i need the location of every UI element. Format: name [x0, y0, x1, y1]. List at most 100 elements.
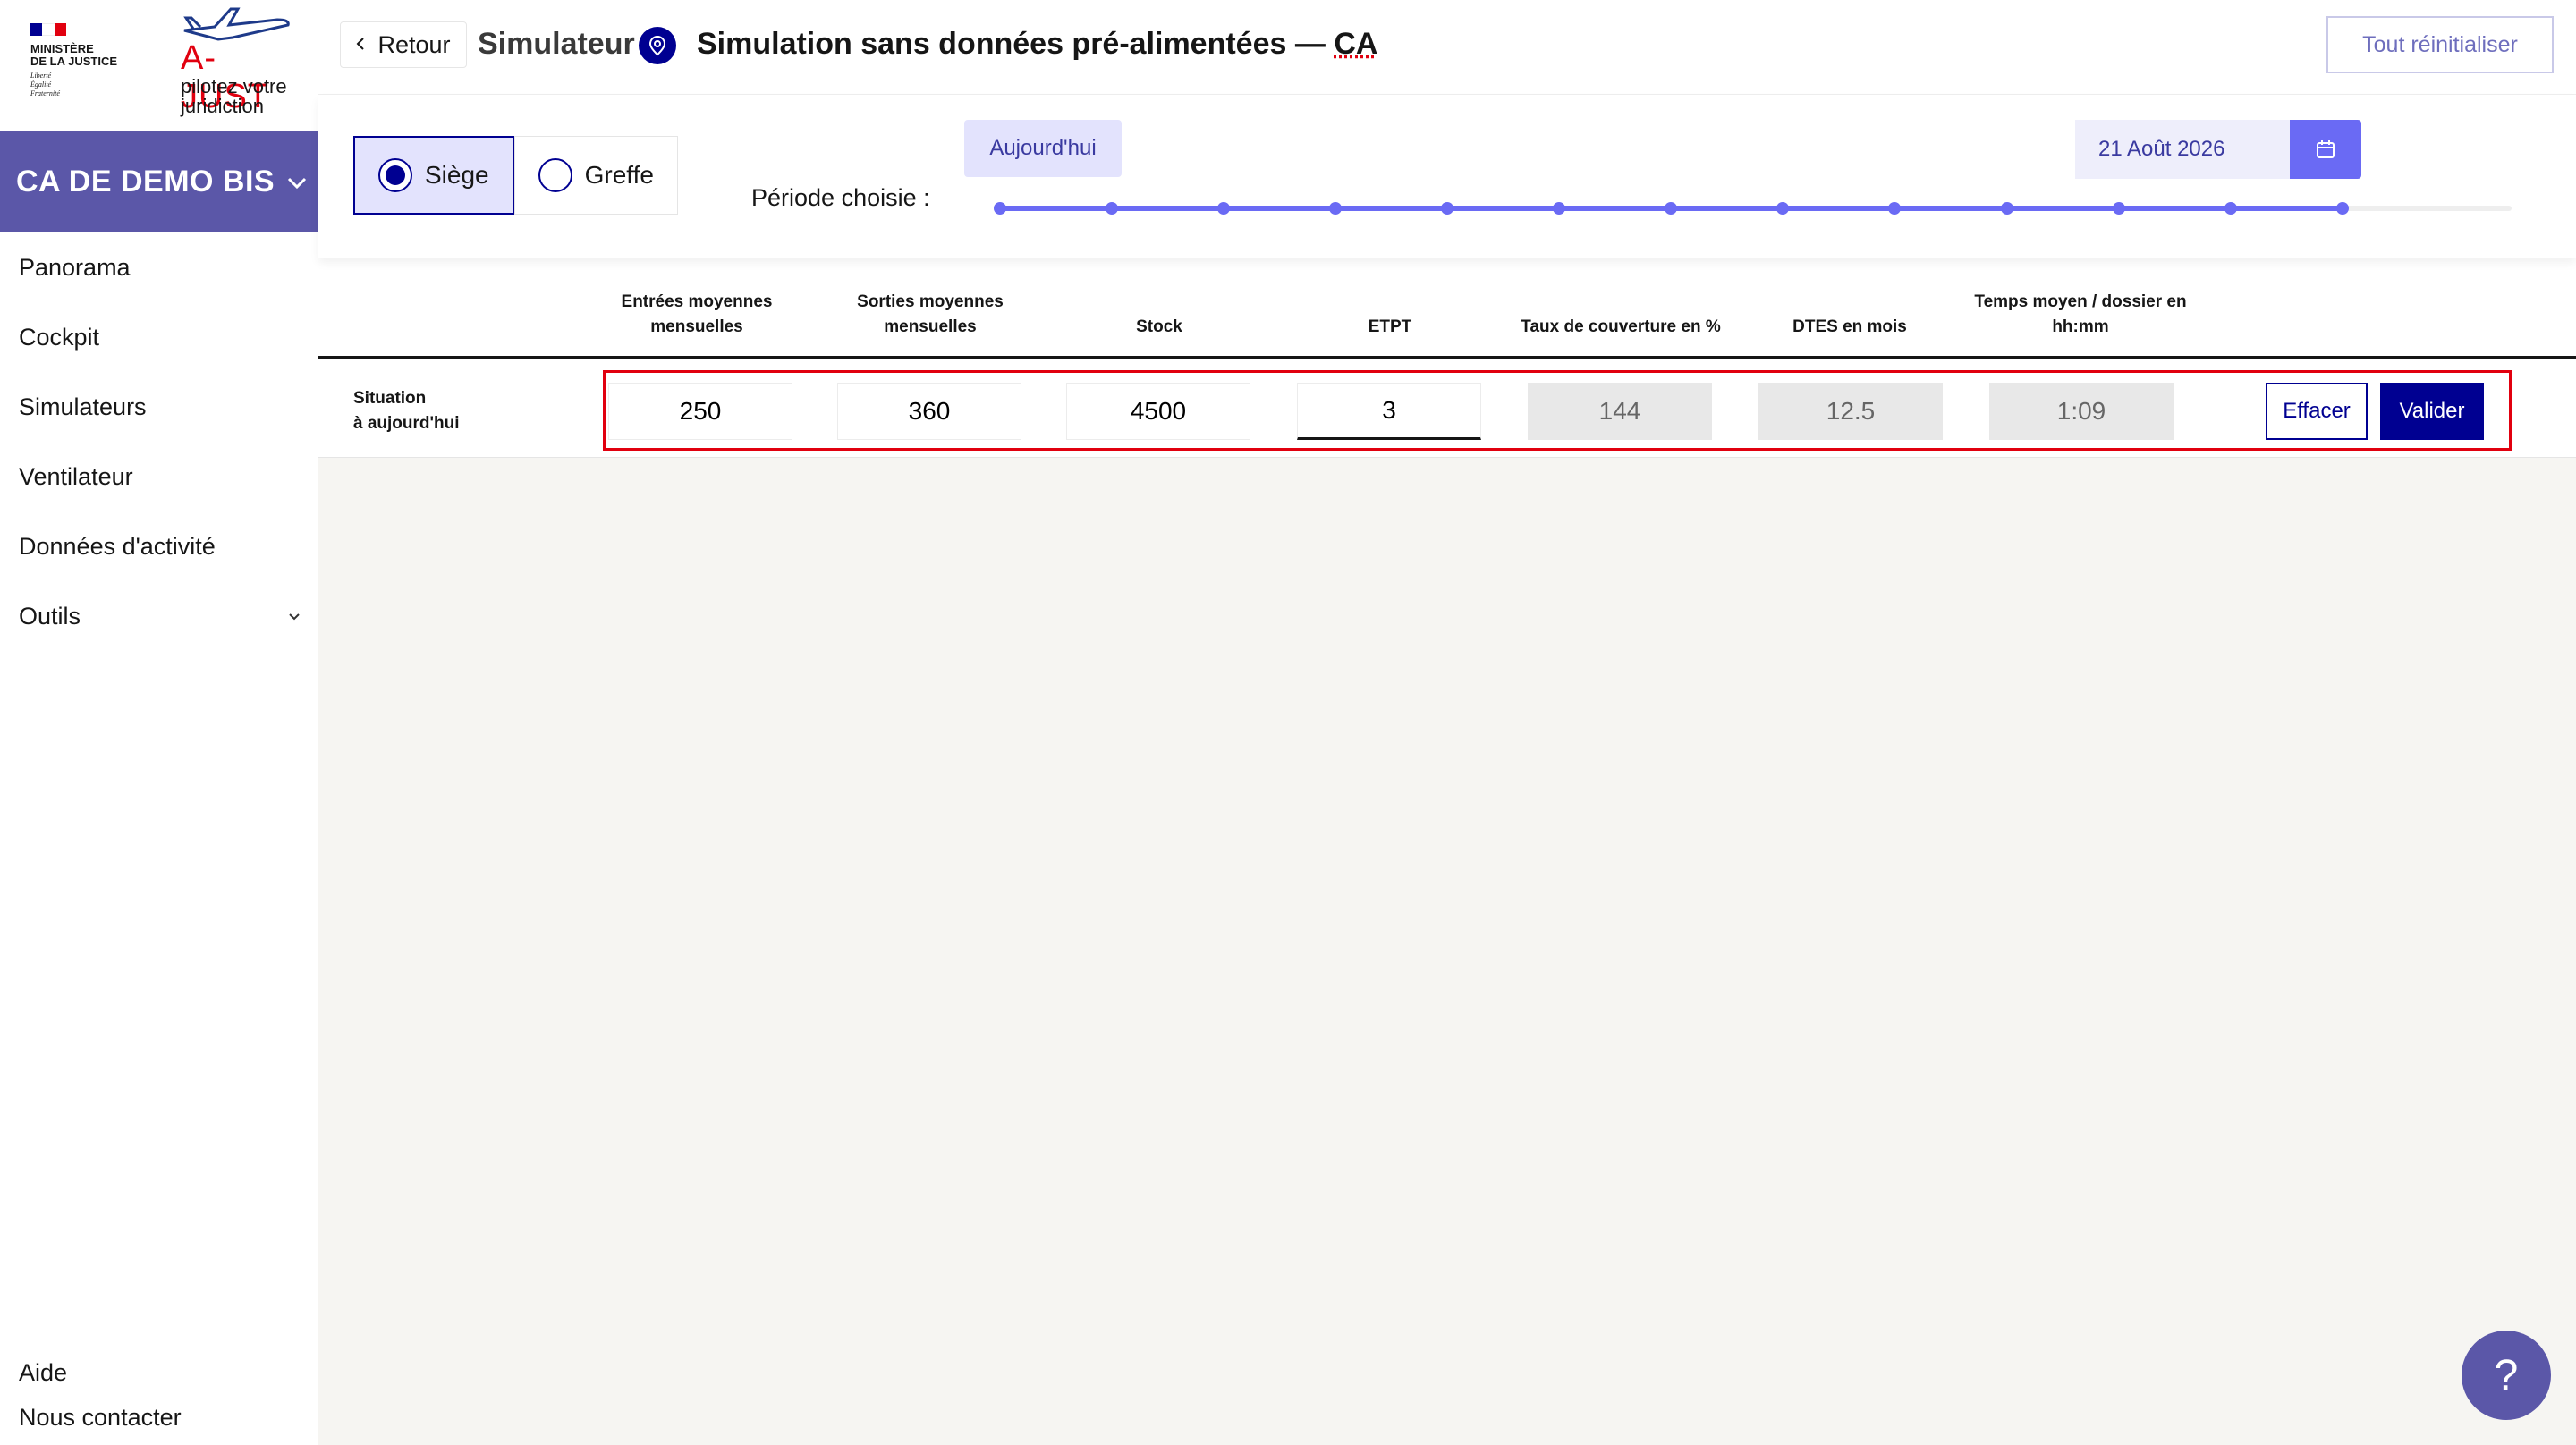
logo-area: MINISTÈRE DE LA JUSTICE Liberté Égalité … [0, 0, 318, 131]
column-header-line2: Stock [1136, 317, 1182, 336]
court-name: CA DE DEMO BIS [16, 164, 275, 199]
sidebar-item-simulateurs[interactable]: Simulateurs [0, 372, 318, 442]
slider-tick[interactable] [1888, 202, 1902, 215]
radio-checked-icon [378, 158, 412, 192]
column-header-entrees: Entrées moyennes mensuelles [612, 288, 782, 340]
period-panel: Siège Greffe Période choisie : Aujourd'h… [318, 95, 2576, 258]
radio-siege-label: Siège [425, 161, 489, 189]
slider-tick[interactable] [2224, 202, 2237, 215]
ministry-name-1: MINISTÈRE [30, 42, 94, 55]
app-subtitle-2: juridiction [181, 95, 264, 117]
slider-tick[interactable] [1441, 202, 1454, 215]
column-header-line2: hh:mm [2052, 317, 2109, 336]
column-header-line2: mensuelles [650, 317, 743, 336]
column-header-taux: Taux de couverture en % [1496, 288, 1746, 340]
radio-siege[interactable]: Siège [353, 136, 514, 215]
radio-greffe-label: Greffe [584, 161, 654, 189]
radio-unchecked-icon [538, 158, 572, 192]
app-subtitle-1: pilotez votre [181, 75, 287, 97]
reset-all-button[interactable]: Tout réinitialiser [2326, 16, 2554, 73]
back-label: Retour [377, 30, 451, 58]
airplane-icon [183, 7, 290, 41]
sidebar-item-donnees-activite[interactable]: Données d'activité [0, 511, 318, 581]
ministry-motto-2: Égalité [30, 80, 52, 89]
row-label-line2: à aujourd'hui [353, 414, 460, 433]
sidebar-item-cockpit[interactable]: Cockpit [0, 302, 318, 372]
column-header-sorties: Sorties moyennes mensuelles [841, 288, 1020, 340]
taux-couverture-value: 144 [1528, 383, 1712, 440]
app-subtitle: pilotez votre juridiction [181, 77, 287, 116]
column-header-temps: Temps moyen / dossier en hh:mm [1955, 288, 2206, 340]
help-link[interactable]: Aide [19, 1350, 182, 1395]
sidebar-item-panorama[interactable]: Panorama [0, 232, 318, 302]
sorties-input[interactable]: 360 [837, 383, 1021, 440]
slider-tick[interactable] [1329, 202, 1343, 215]
sidebar-item-label: Outils [19, 602, 81, 630]
slider-tick[interactable] [994, 202, 1006, 215]
column-header-line1: Sorties moyennes [857, 292, 1004, 311]
slider-tick[interactable] [1106, 202, 1119, 215]
page-title-suffix: CA [1334, 27, 1378, 61]
valider-button[interactable]: Valider [2380, 383, 2484, 440]
sidebar-nav: Panorama Cockpit Simulateurs Ventilateur… [0, 232, 318, 651]
temps-moyen-value: 1:09 [1989, 383, 2174, 440]
period-start-badge: Aujourd'hui [964, 120, 1122, 177]
slider-tick[interactable] [2000, 202, 2013, 215]
slider-tick[interactable] [2112, 202, 2125, 215]
period-label: Période choisie : [751, 184, 930, 211]
slider-tick[interactable] [1665, 202, 1678, 215]
column-header-line2: ETPT [1368, 317, 1412, 336]
contact-link[interactable]: Nous contacter [19, 1395, 182, 1440]
column-header-line1: Entrées moyennes [621, 292, 773, 311]
column-header-etpt: ETPT [1301, 288, 1479, 340]
slider-tick[interactable] [1776, 202, 1790, 215]
table-row: Situation à aujourd'hui 250 360 4500 3 1… [318, 359, 2576, 458]
sidebar-bottom-links: Aide Nous contacter [19, 1350, 182, 1440]
column-header-line2: DTES en mois [1792, 317, 1907, 336]
french-flag-icon [30, 23, 66, 36]
ministry-motto-1: Liberté [30, 72, 52, 80]
sidebar-item-label: Cockpit [19, 323, 100, 351]
slider-tick[interactable] [1553, 202, 1566, 215]
page-title: Simulation sans données pré-alimentées —… [697, 27, 1377, 62]
ministry-logo: MINISTÈRE DE LA JUSTICE Liberté Égalité … [30, 23, 117, 98]
back-button[interactable]: Retour [340, 21, 467, 68]
sidebar-item-label: Ventilateur [19, 462, 133, 490]
column-header-line2: mensuelles [884, 317, 977, 336]
section-title: Simulateur [478, 27, 635, 61]
court-selector[interactable]: CA DE DEMO BIS [0, 131, 318, 232]
sidebar-item-outils[interactable]: Outils [0, 581, 318, 651]
ministry-motto-3: Fraternité [30, 89, 60, 97]
chevron-down-icon [287, 168, 307, 196]
calendar-icon [2317, 140, 2334, 158]
stock-input[interactable]: 4500 [1066, 383, 1250, 440]
help-button[interactable]: ? [2462, 1331, 2551, 1420]
etpt-input[interactable]: 3 [1297, 383, 1481, 440]
effacer-button[interactable]: Effacer [2266, 383, 2368, 440]
sidebar-item-label: Panorama [19, 253, 131, 281]
radio-greffe[interactable]: Greffe [513, 136, 678, 215]
fonction-radio-group: Siège Greffe [353, 136, 678, 215]
page-header: Retour Simulateur Simulation sans donnée… [318, 0, 2576, 95]
period-slider[interactable] [994, 202, 2512, 215]
row-label-line1: Situation [353, 389, 427, 408]
chevron-down-icon [288, 607, 301, 626]
sidebar-item-label: Données d'activité [19, 532, 216, 560]
slider-tick[interactable] [2335, 202, 2349, 215]
column-header-line2: Taux de couverture en % [1521, 317, 1721, 336]
sidebar: MINISTÈRE DE LA JUSTICE Liberté Égalité … [0, 0, 318, 1445]
slider-tick[interactable] [1217, 202, 1231, 215]
sidebar-item-label: Simulateurs [19, 393, 147, 420]
period-end-date[interactable]: 21 Août 2026 [2075, 120, 2290, 179]
sidebar-item-ventilateur[interactable]: Ventilateur [0, 442, 318, 511]
calendar-button[interactable] [2290, 120, 2361, 179]
entrees-input[interactable]: 250 [608, 383, 792, 440]
page-title-main: Simulation sans données pré-alimentées — [697, 27, 1335, 61]
dtes-value: 12.5 [1758, 383, 1943, 440]
map-pin-icon[interactable] [639, 27, 676, 64]
row-label: Situation à aujourd'hui [353, 386, 460, 436]
ministry-name-2: DE LA JUSTICE [30, 55, 118, 68]
column-header-dtes: DTES en mois [1760, 288, 1939, 340]
ajust-logo: A-JUST pilotez votre juridiction [177, 4, 299, 118]
column-header-line1: Temps moyen / dossier en [1974, 292, 2187, 311]
